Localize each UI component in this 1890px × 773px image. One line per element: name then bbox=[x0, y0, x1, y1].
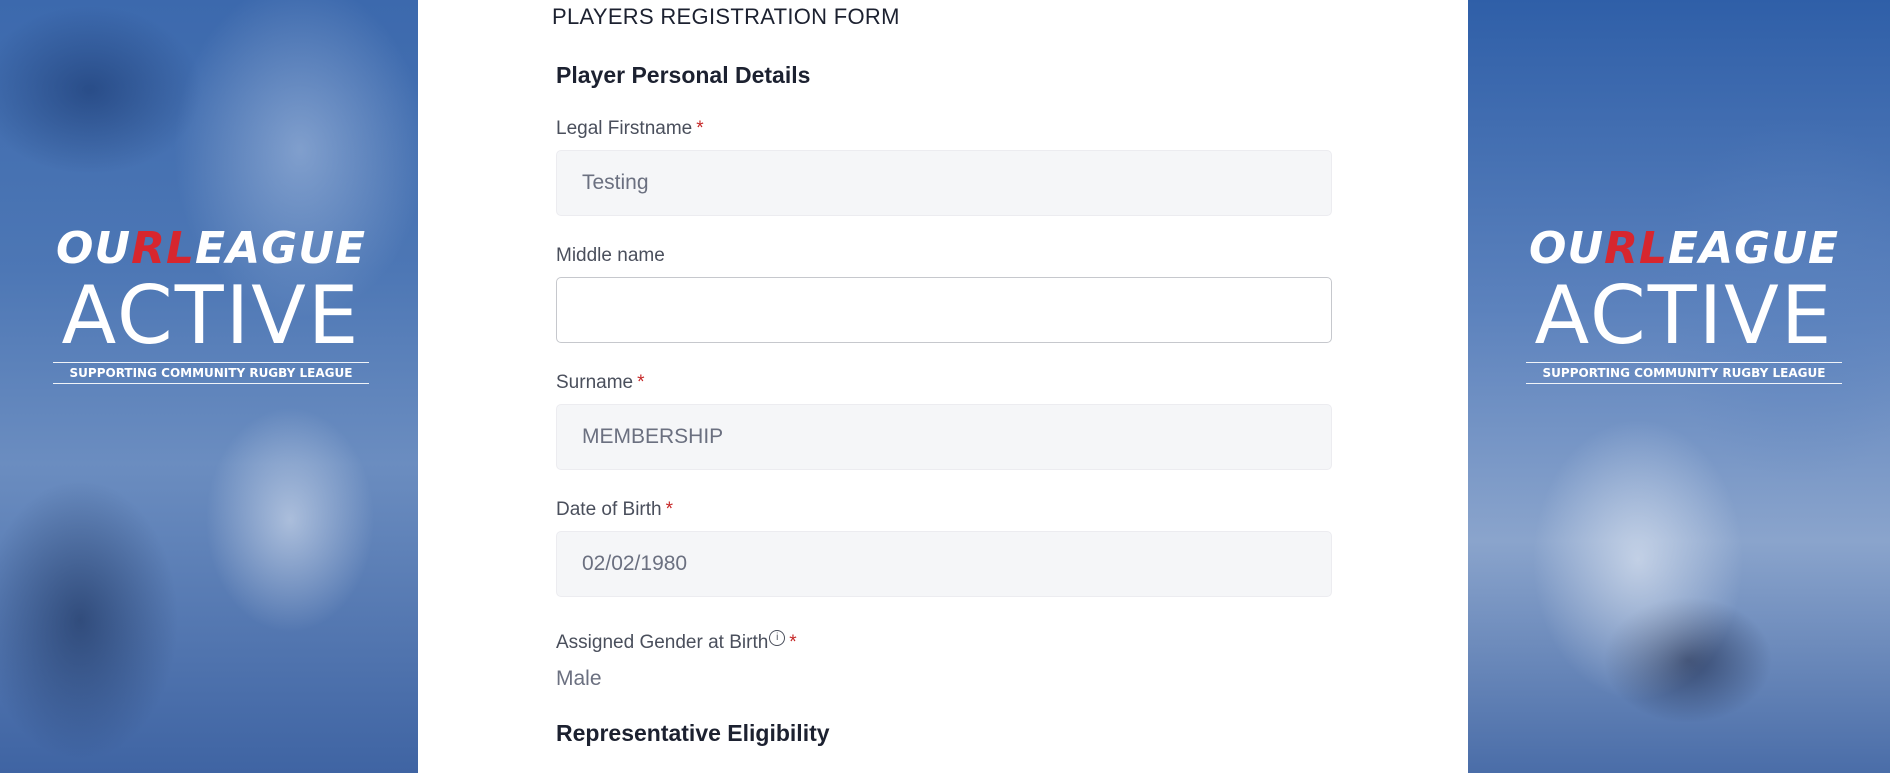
firstname-label: Legal Firstname * bbox=[556, 118, 704, 139]
section-title-personal: Player Personal Details bbox=[556, 62, 811, 88]
required-marker: * bbox=[665, 499, 674, 520]
brand-tagline: SUPPORTING COMMUNITY RUGBY LEAGUE bbox=[1526, 362, 1842, 384]
surname-label: Surname * bbox=[556, 372, 645, 393]
required-marker: * bbox=[637, 372, 645, 393]
gender-value: Male bbox=[556, 667, 602, 690]
required-marker: * bbox=[696, 118, 704, 139]
section-title-eligibility: Representative Eligibility bbox=[556, 720, 830, 746]
brand-tagline: SUPPORTING COMMUNITY RUGBY LEAGUE bbox=[53, 362, 369, 384]
right-banner: OURLEAGUE ACTIVE SUPPORTING COMMUNITY RU… bbox=[1468, 0, 1890, 773]
registration-page: OURLEAGUE ACTIVE SUPPORTING COMMUNITY RU… bbox=[0, 0, 1890, 773]
brand-logo-right: OURLEAGUE ACTIVE SUPPORTING COMMUNITY RU… bbox=[1526, 224, 1842, 384]
brand-logo-left: OURLEAGUE ACTIVE SUPPORTING COMMUNITY RU… bbox=[53, 224, 369, 384]
firstname-field[interactable] bbox=[556, 150, 1332, 216]
registration-form-panel: PLAYERS REGISTRATION FORM Player Persona… bbox=[418, 0, 1468, 773]
middlename-label: Middle name bbox=[556, 245, 665, 266]
surname-field[interactable] bbox=[556, 404, 1332, 470]
middlename-field[interactable] bbox=[556, 277, 1332, 343]
dob-label: Date of Birth * bbox=[556, 499, 674, 520]
gender-label: Assigned Gender at Birth i * bbox=[556, 630, 797, 653]
info-icon[interactable]: i bbox=[769, 630, 786, 646]
form-title: PLAYERS REGISTRATION FORM bbox=[552, 4, 900, 29]
dob-field[interactable] bbox=[556, 531, 1332, 597]
brand-active-text: ACTIVE bbox=[1534, 269, 1834, 362]
left-banner: OURLEAGUE ACTIVE SUPPORTING COMMUNITY RU… bbox=[0, 0, 418, 773]
brand-ourleague-text: OURLEAGUE bbox=[55, 223, 367, 274]
required-marker: * bbox=[789, 632, 797, 653]
brand-ourleague-text: OURLEAGUE bbox=[1528, 223, 1840, 274]
brand-active-text: ACTIVE bbox=[61, 269, 361, 362]
